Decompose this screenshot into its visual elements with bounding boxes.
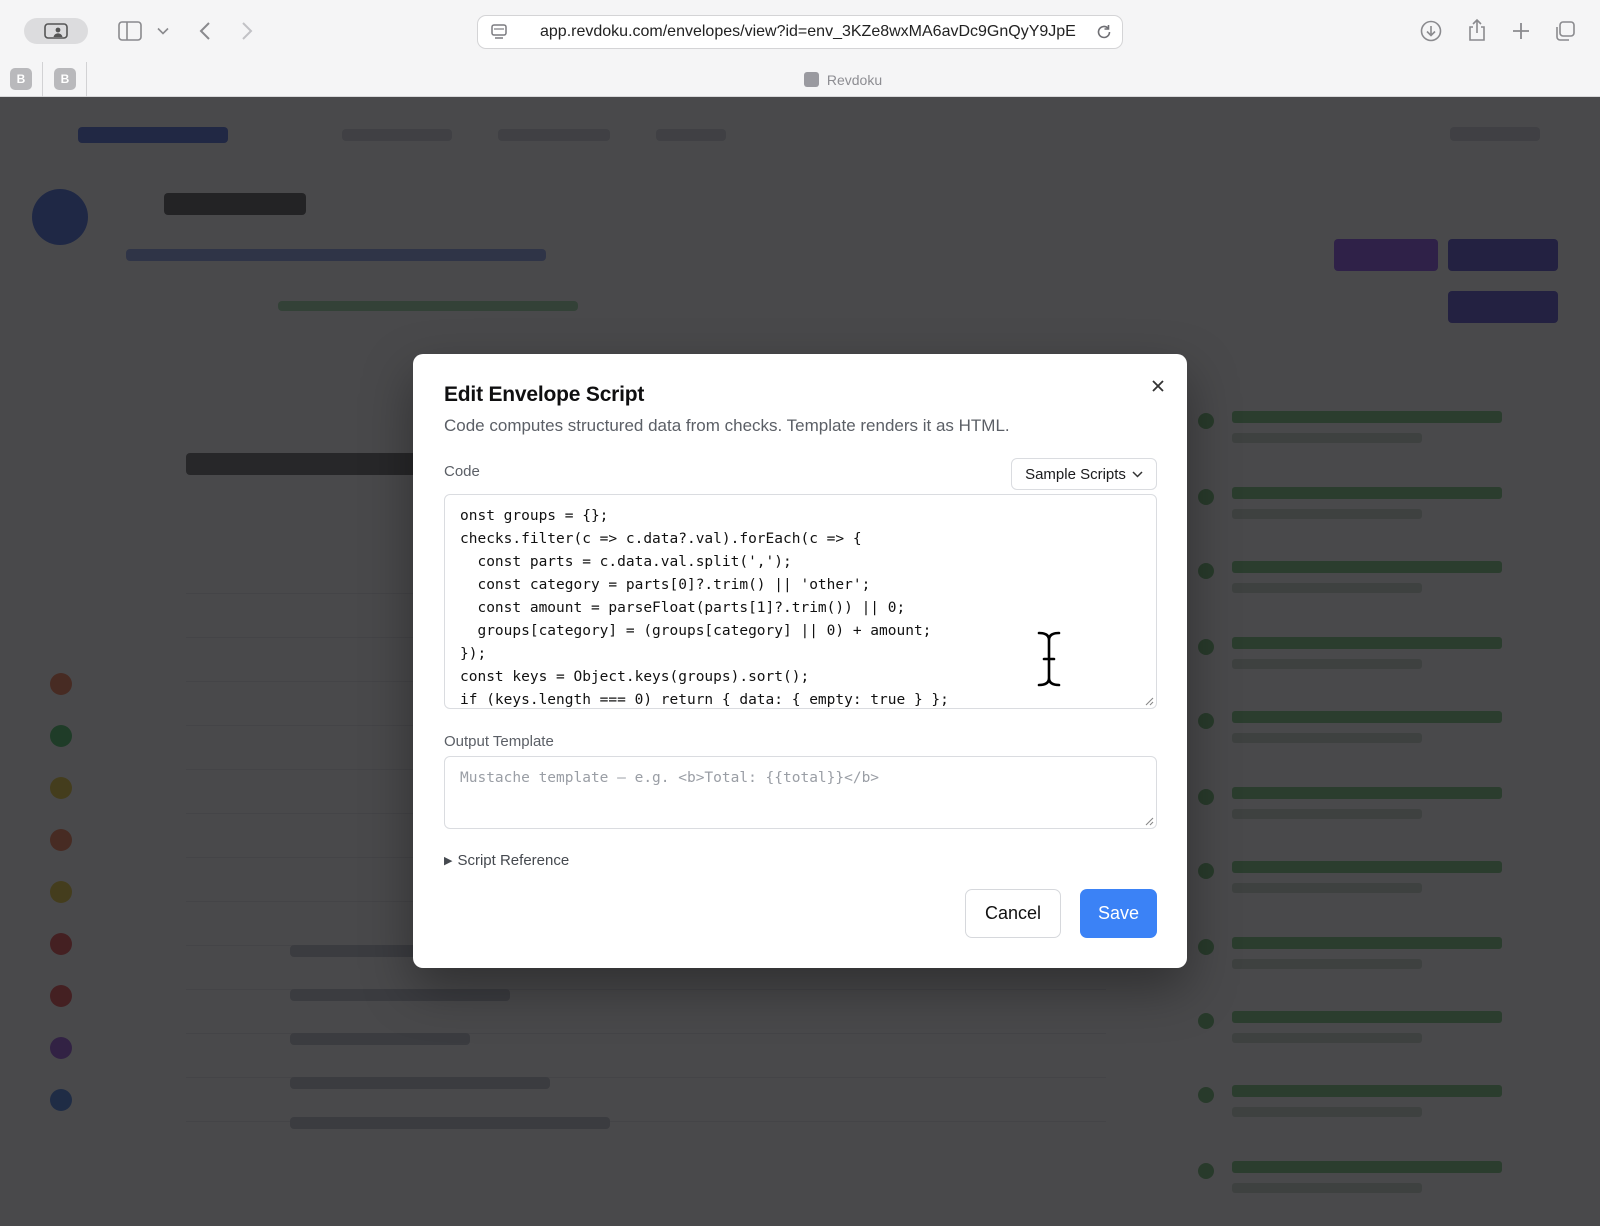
resize-handle-icon[interactable] [1144,816,1154,826]
code-line: const amount = parseFloat(parts[1]?.trim… [460,600,906,616]
sidebar-toggle-button[interactable] [116,18,144,44]
code-line: checks.filter(c => c.data?.val).forEach(… [460,531,862,547]
profile-button[interactable] [24,18,88,44]
pinned-tab[interactable]: B [10,68,32,90]
url-text[interactable]: app.revdoku.com/envelopes/view?id=env_3K… [540,16,1082,48]
tab-overview-icon [1556,21,1575,41]
chevron-down-icon [1132,470,1143,478]
reload-icon[interactable] [1094,22,1114,42]
tab-divider [42,62,43,97]
save-button[interactable]: Save [1080,889,1157,938]
close-icon [1152,380,1164,392]
template-placeholder: Mustache template — e.g. <b>Total: {{tot… [460,770,880,786]
code-label: Code [444,463,480,480]
sample-scripts-label: Sample Scripts [1025,465,1126,483]
sample-scripts-dropdown[interactable]: Sample Scripts [1011,458,1157,490]
text-cursor-icon [1036,630,1062,688]
edit-envelope-script-dialog: Edit Envelope Script Code computes struc… [413,354,1187,968]
disclosure-triangle-icon: ▶ [444,855,453,867]
tab-title: Revdoku [826,71,883,88]
browser-toolbar: app.revdoku.com/envelopes/view?id=env_3K… [0,0,1600,62]
tab-group-dropdown[interactable] [154,20,172,42]
downloads-button[interactable] [1418,18,1444,44]
tab-overview-button[interactable] [1552,18,1578,44]
person-icon [44,23,68,39]
chevron-left-icon [199,22,210,40]
code-line: if (keys.length === 0) return { data: { … [460,692,949,708]
script-reference-label: Script Reference [457,852,570,869]
tab-bar: B B Revdoku [0,62,1600,97]
resize-handle-icon[interactable] [1144,696,1154,706]
browser-chrome: app.revdoku.com/envelopes/view?id=env_3K… [0,0,1600,97]
back-button[interactable] [194,18,216,44]
script-reference-toggle[interactable]: ▶ Script Reference [444,852,569,869]
favicon-icon [803,72,819,87]
new-tab-button[interactable] [1508,18,1534,44]
sidebar-icon [118,21,142,41]
chevron-down-icon [157,27,169,35]
code-line: }); [460,646,487,662]
forward-button[interactable] [236,18,258,44]
cancel-button[interactable]: Cancel [965,889,1061,938]
share-button[interactable] [1464,16,1490,44]
dialog-description: Code computes structured data from check… [444,416,1010,435]
chevron-right-icon [242,22,253,40]
active-tab[interactable]: Revdoku [86,62,1600,97]
code-line: groups[category] = (groups[category] || … [460,623,932,639]
dialog-title: Edit Envelope Script [444,383,645,406]
close-button[interactable] [1146,374,1170,398]
code-line: const category = parts[0]?.trim() || 'ot… [460,577,871,593]
site-settings-icon[interactable] [490,23,508,41]
share-icon [1469,18,1485,41]
address-bar[interactable]: app.revdoku.com/envelopes/view?id=env_3K… [477,15,1123,49]
plus-icon [1513,23,1529,39]
output-template-editor[interactable]: Mustache template — e.g. <b>Total: {{tot… [444,756,1157,829]
pinned-tab[interactable]: B [54,68,76,90]
code-line: const parts = c.data.val.split(','); [460,554,792,570]
code-line: onst groups = {}; [460,508,609,524]
download-icon [1420,20,1442,42]
output-template-label: Output Template [444,733,554,750]
code-line: const keys = Object.keys(groups).sort(); [460,669,810,685]
